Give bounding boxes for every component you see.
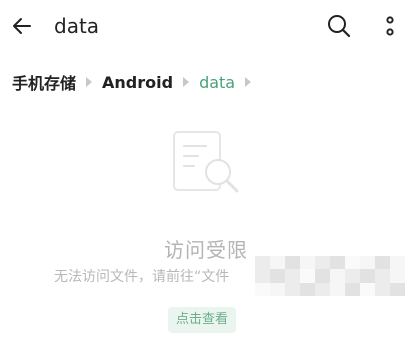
more-vertical-icon[interactable] bbox=[380, 12, 400, 40]
view-details-button[interactable]: 点击查看 bbox=[168, 307, 236, 333]
breadcrumb-item-android[interactable]: Android bbox=[102, 73, 173, 92]
search-icon[interactable] bbox=[326, 13, 352, 39]
back-arrow-icon[interactable] bbox=[10, 14, 34, 38]
breadcrumb: 手机存储 Android data bbox=[12, 70, 252, 94]
breadcrumb-item-data: data bbox=[199, 72, 236, 92]
top-app-bar: data bbox=[0, 0, 412, 52]
page-title: data bbox=[54, 14, 100, 38]
breadcrumb-separator-icon bbox=[86, 77, 93, 87]
file-manager-screen: data 手机存储 Android data 访问受限 无法访问文件，请前往“文… bbox=[0, 0, 412, 352]
redacted-region bbox=[255, 256, 405, 296]
breadcrumb-separator-icon bbox=[245, 77, 252, 87]
document-search-icon bbox=[173, 131, 239, 193]
breadcrumb-item-phone-storage[interactable]: 手机存储 bbox=[12, 70, 76, 94]
breadcrumb-separator-icon bbox=[183, 77, 190, 87]
empty-state-description: 无法访问文件，请前往“文件 bbox=[54, 269, 230, 285]
